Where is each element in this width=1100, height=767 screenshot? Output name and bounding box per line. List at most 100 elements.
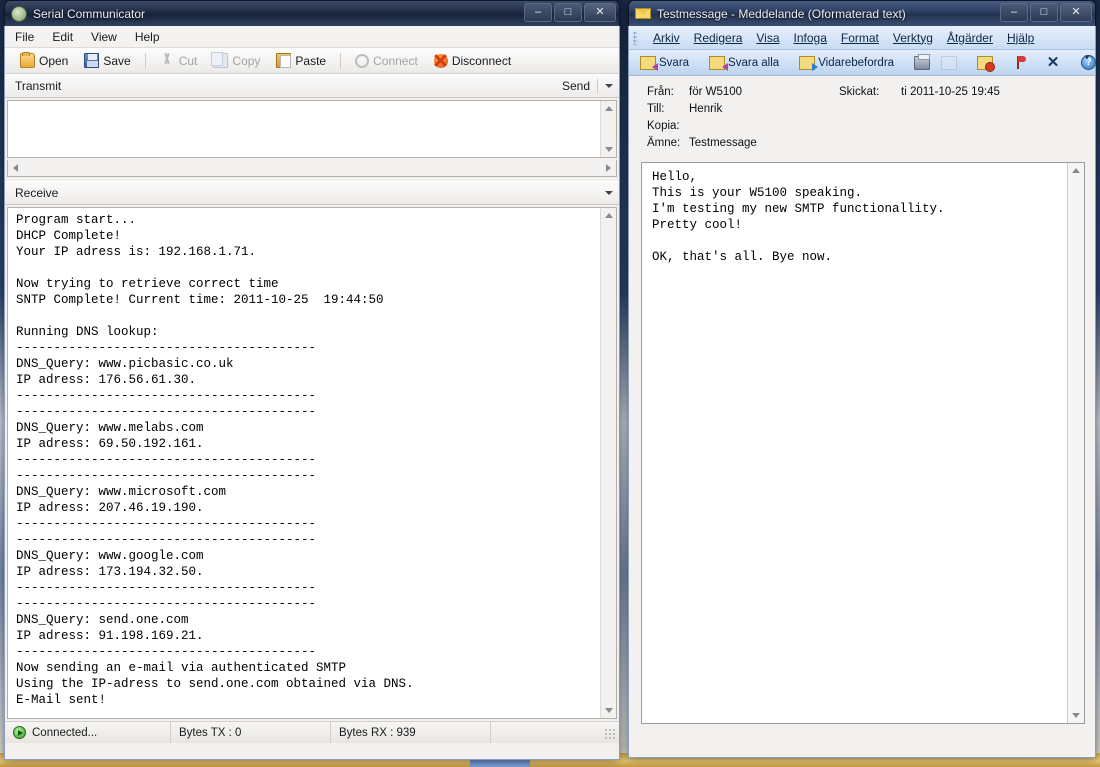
receive-title: Receive <box>15 186 58 200</box>
header-separator <box>597 79 598 93</box>
reply-all-icon <box>709 56 725 70</box>
menu-redigera[interactable]: Redigera <box>694 31 743 45</box>
menu-grip-icon[interactable] <box>633 31 637 45</box>
connect-button[interactable]: Connect <box>348 51 425 71</box>
menu-format[interactable]: Format <box>841 31 879 45</box>
save-button[interactable]: Save <box>77 50 137 71</box>
menu-visa[interactable]: Visa <box>756 31 779 45</box>
cut-button-label: Cut <box>179 54 198 68</box>
scroll-down-icon[interactable] <box>605 708 613 713</box>
transmit-chevron-down-icon[interactable] <box>605 84 613 88</box>
maximize-button[interactable]: □ <box>1030 3 1058 22</box>
folder-icon <box>20 53 35 68</box>
receive-panel-header: Receive <box>5 181 619 205</box>
scroll-right-icon[interactable] <box>606 164 611 172</box>
copy-button[interactable] <box>937 55 961 71</box>
scroll-down-icon[interactable] <box>1072 713 1080 718</box>
statusbar-empty-cell <box>491 722 619 743</box>
sent-label: Skickat: <box>839 86 901 98</box>
copy-button[interactable]: Copy <box>206 50 267 71</box>
scroll-up-icon[interactable] <box>1072 168 1080 173</box>
cut-button[interactable]: Cut <box>153 50 205 71</box>
mail-window-title: Testmessage - Meddelande (Oformaterad te… <box>657 7 906 21</box>
bytes-rx-cell: Bytes RX : 939 <box>331 722 491 743</box>
reply-button-label: Svara <box>659 57 689 69</box>
menu-arkiv[interactable]: Arkiv <box>653 31 680 45</box>
floppy-disk-icon <box>84 53 99 68</box>
scissors-icon <box>160 53 175 68</box>
delete-button[interactable]: ✕ <box>1041 55 1065 71</box>
close-button[interactable]: ✕ <box>1060 3 1092 22</box>
minimize-button[interactable]: – <box>524 3 552 22</box>
serial-toolbar: Open Save Cut Copy Paste Connec <box>5 48 619 74</box>
menu-infoga[interactable]: Infoga <box>794 31 827 45</box>
reply-all-button-label: Svara alla <box>728 57 779 69</box>
reply-all-button[interactable]: Svara alla <box>705 55 783 71</box>
mail-window-body: Arkiv Redigera Visa Infoga Format Verkty… <box>628 26 1096 758</box>
envelope-icon <box>635 8 651 19</box>
minimize-button[interactable]: – <box>1000 3 1028 22</box>
from-value[interactable]: för W5100 <box>689 86 839 98</box>
resize-grip[interactable] <box>604 728 616 740</box>
cc-label: Kopia: <box>629 120 689 132</box>
receive-chevron-down-icon[interactable] <box>605 191 613 195</box>
flag-button[interactable] <box>1009 55 1029 71</box>
receive-textarea[interactable]: Program start... DHCP Complete! Your IP … <box>7 207 617 719</box>
menu-atgarder[interactable]: Åtgärder <box>947 31 993 45</box>
paste-button[interactable]: Paste <box>269 50 333 71</box>
save-button-label: Save <box>103 54 130 68</box>
mail-body-vertical-scrollbar[interactable] <box>1067 163 1084 723</box>
scroll-up-icon[interactable] <box>605 213 613 218</box>
sent-value: ti 2011-10-25 19:45 <box>901 86 1000 98</box>
transmit-textarea[interactable] <box>7 100 617 158</box>
scroll-down-icon[interactable] <box>605 147 613 152</box>
from-row: Från: för W5100 Skickat: ti 2011-10-25 1… <box>629 86 1095 103</box>
mail-titlebar[interactable]: Testmessage - Meddelande (Oformaterad te… <box>628 0 1096 26</box>
delete-icon: ✕ <box>1045 56 1061 70</box>
menu-help[interactable]: Help <box>135 30 160 44</box>
mail-body-container[interactable]: Hello, This is your W5100 speaking. I'm … <box>641 162 1085 724</box>
forward-icon <box>799 56 815 70</box>
transmit-vertical-scrollbar[interactable] <box>600 101 616 157</box>
scroll-left-icon[interactable] <box>13 164 18 172</box>
mail-body-text: Hello, This is your W5100 speaking. I'm … <box>642 163 1084 265</box>
menu-view[interactable]: View <box>91 30 117 44</box>
toolbar-overflow-icon[interactable]: ▾ <box>1081 52 1093 62</box>
disconnect-button[interactable]: Disconnect <box>427 51 518 71</box>
menu-hjalp[interactable]: Hjälp <box>1007 31 1034 45</box>
paste-button-label: Paste <box>295 54 326 68</box>
forward-button[interactable]: Vidarebefordra <box>795 55 898 71</box>
bytes-tx-cell: Bytes TX : 0 <box>171 722 331 743</box>
serial-window-body: File Edit View Help Open Save Cut Copy <box>4 26 620 760</box>
forward-button-label: Vidarebefordra <box>818 57 894 69</box>
connect-button-label: Connect <box>373 54 418 68</box>
reply-button[interactable]: Svara <box>636 55 693 71</box>
to-value[interactable]: Henrik <box>689 103 839 115</box>
app-icon <box>11 6 27 22</box>
send-button[interactable]: Send <box>562 79 590 93</box>
menu-edit[interactable]: Edit <box>52 30 73 44</box>
menu-verktyg[interactable]: Verktyg <box>893 31 933 45</box>
block-sender-icon <box>977 56 993 70</box>
transmit-panel-header: Transmit Send <box>5 74 619 98</box>
toolbar-separator <box>145 53 146 69</box>
connection-status-cell: Connected... <box>5 722 171 743</box>
print-button[interactable] <box>910 55 934 71</box>
receive-vertical-scrollbar[interactable] <box>600 208 616 718</box>
serial-menubar: File Edit View Help <box>5 26 619 48</box>
close-button[interactable]: ✕ <box>584 3 616 22</box>
serial-titlebar[interactable]: Serial Communicator – □ ✕ <box>4 0 620 26</box>
print-icon <box>914 56 930 70</box>
subject-value: Testmessage <box>689 137 839 149</box>
connection-status-label: Connected... <box>32 727 97 739</box>
open-button[interactable]: Open <box>13 50 75 71</box>
mail-toolbar: Svara Svara alla Vidarebefordra <box>629 50 1095 76</box>
serial-window-buttons: – □ ✕ <box>524 3 616 22</box>
transmit-horizontal-scrollbar[interactable] <box>7 160 617 177</box>
mail-header-fields: Från: för W5100 Skickat: ti 2011-10-25 1… <box>629 76 1095 162</box>
block-sender-button[interactable] <box>973 55 997 71</box>
maximize-button[interactable]: □ <box>554 3 582 22</box>
scroll-up-icon[interactable] <box>605 106 613 111</box>
disconnect-button-label: Disconnect <box>452 54 511 68</box>
menu-file[interactable]: File <box>15 30 34 44</box>
